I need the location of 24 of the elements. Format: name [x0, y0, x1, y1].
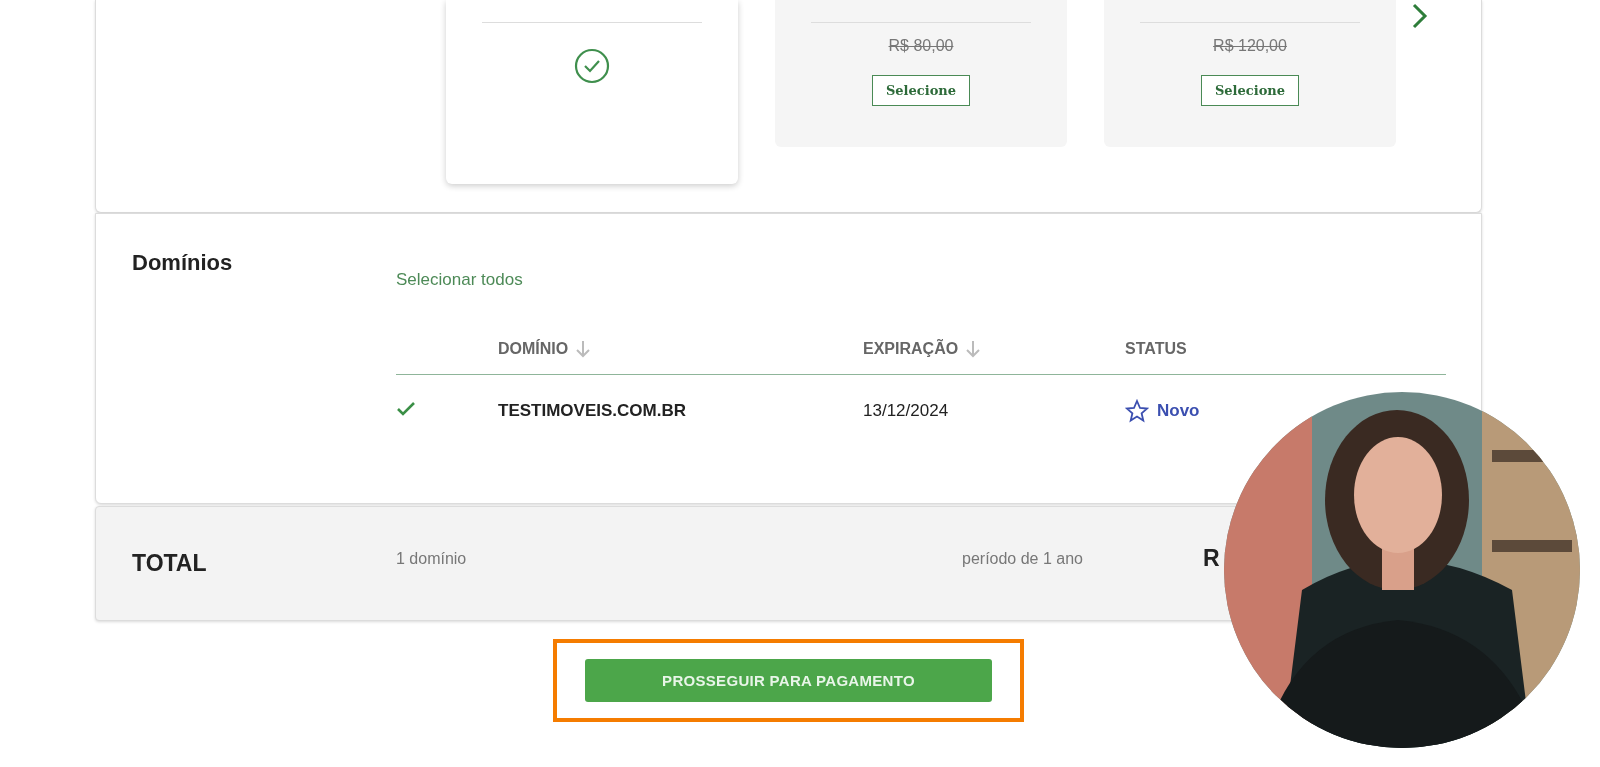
select-all-link[interactable]: Selecionar todos: [396, 270, 523, 290]
plan-card[interactable]: R$ 120,00 Selecione: [1104, 0, 1396, 147]
plan-card[interactable]: [446, 0, 738, 184]
column-header[interactable]: EXPIRAÇÃO: [863, 340, 959, 358]
plan-card[interactable]: R$ 80,00 Selecione: [775, 0, 1067, 147]
old-price: R$ 80,00: [888, 37, 954, 55]
total-value: R: [1203, 545, 1220, 572]
column-header[interactable]: DOMÍNIO: [498, 340, 569, 358]
period-text: período de 1 ano: [962, 549, 1083, 568]
star-icon: [1125, 399, 1149, 423]
select-button[interactable]: Selecione: [871, 75, 971, 106]
check-circle-icon: [573, 47, 611, 85]
expiration-date: 13/12/2024: [863, 401, 950, 421]
status-label: Novo: [1157, 401, 1200, 421]
check-icon[interactable]: [396, 401, 416, 417]
domain-name: TESTIMOVEIS.COM.BR: [498, 401, 687, 421]
sort-arrow-icon[interactable]: [966, 340, 981, 358]
select-button[interactable]: Selecione: [1200, 75, 1300, 106]
sort-arrow-icon[interactable]: [576, 340, 591, 358]
column-header: STATUS: [1125, 340, 1187, 358]
domain-count: 1 domínio: [396, 549, 468, 568]
total-label: TOTAL: [132, 550, 208, 577]
section-title: Domínios: [132, 250, 234, 277]
old-price: R$ 120,00: [1213, 37, 1287, 55]
